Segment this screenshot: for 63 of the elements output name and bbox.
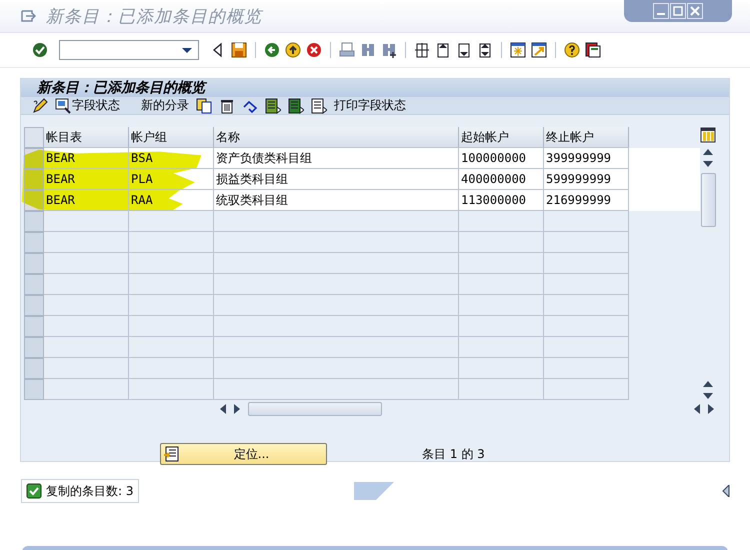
table-cell: 400000000: [459, 169, 544, 190]
print-icon[interactable]: [339, 42, 355, 58]
close-icon[interactable]: [687, 3, 703, 19]
field-status-button[interactable]: 字段状态: [55, 97, 120, 114]
sap-logo-icon: [354, 482, 394, 500]
scroll-thumb[interactable]: [248, 402, 382, 416]
layout-icon[interactable]: [585, 42, 601, 58]
deselect-icon[interactable]: [311, 98, 327, 114]
table-cell: 100000000: [459, 148, 544, 169]
window-title: 新条目：已添加条目的概览: [46, 6, 262, 28]
scroll-left-icon[interactable]: [220, 404, 226, 414]
column-header[interactable]: 名称: [214, 127, 459, 148]
select-block-icon[interactable]: [288, 98, 304, 114]
menu-icon[interactable]: [20, 9, 36, 23]
next-page-icon[interactable]: [456, 42, 472, 58]
column-header[interactable]: 起始帐户: [459, 127, 544, 148]
command-field[interactable]: [59, 40, 199, 60]
previous-page-icon[interactable]: [435, 42, 451, 58]
find-next-icon[interactable]: [381, 42, 397, 58]
table-cell: 599999999: [544, 169, 629, 190]
table-cell: 损益类科目组: [214, 169, 459, 190]
scroll-right-icon[interactable]: [708, 404, 714, 414]
expand-left-icon[interactable]: [722, 485, 730, 497]
vertical-scrollbar[interactable]: [698, 127, 718, 399]
new-window-icon[interactable]: [510, 42, 526, 58]
pencil-icon[interactable]: [32, 98, 48, 114]
cancel-icon[interactable]: [306, 42, 322, 58]
scroll-down-icon[interactable]: [703, 161, 713, 167]
scroll-up-icon[interactable]: [703, 149, 713, 155]
confirm-icon[interactable]: [32, 42, 48, 58]
select-all-cell[interactable]: [24, 127, 44, 148]
table-cell: 399999999: [544, 148, 629, 169]
copy-icon[interactable]: [196, 98, 212, 114]
save-icon[interactable]: [231, 42, 247, 58]
column-layout-icon[interactable]: [700, 127, 716, 143]
status-text: 复制的条目数: 3: [46, 482, 134, 500]
toolbar-button[interactable]: 新的分录: [141, 97, 189, 114]
help-icon[interactable]: [564, 42, 580, 58]
position-icon[interactable]: [163, 446, 179, 462]
column-header[interactable]: 终止帐户: [544, 127, 629, 148]
exit-icon[interactable]: [285, 42, 301, 58]
minimize-icon[interactable]: [653, 3, 669, 19]
scroll-thumb[interactable]: [700, 173, 716, 227]
panel-title: 新条目：已添加条目的概览: [37, 79, 205, 97]
scroll-left-icon[interactable]: [694, 404, 700, 414]
position-button[interactable]: 定位...: [160, 443, 327, 465]
select-all-icon[interactable]: [265, 98, 281, 114]
dropdown-icon[interactable]: [182, 48, 192, 52]
magnifier-icon[interactable]: [55, 98, 71, 114]
scroll-down-icon[interactable]: [703, 393, 713, 399]
column-header[interactable]: 帐目表: [44, 127, 129, 148]
entry-counter: 条目 1 的 3: [422, 446, 485, 462]
toolbar-button[interactable]: 打印字段状态: [334, 97, 406, 114]
column-header[interactable]: 帐户组: [129, 127, 214, 148]
scroll-right-icon[interactable]: [234, 404, 240, 414]
find-icon[interactable]: [360, 42, 376, 58]
table-cell: 资产负债类科目组: [214, 148, 459, 169]
scroll-up-icon[interactable]: [703, 381, 713, 387]
shortcut-icon[interactable]: [531, 42, 547, 58]
maximize-icon[interactable]: [670, 3, 686, 19]
back-icon[interactable]: [264, 42, 280, 58]
last-page-icon[interactable]: [477, 42, 493, 58]
trash-icon[interactable]: [219, 98, 235, 114]
